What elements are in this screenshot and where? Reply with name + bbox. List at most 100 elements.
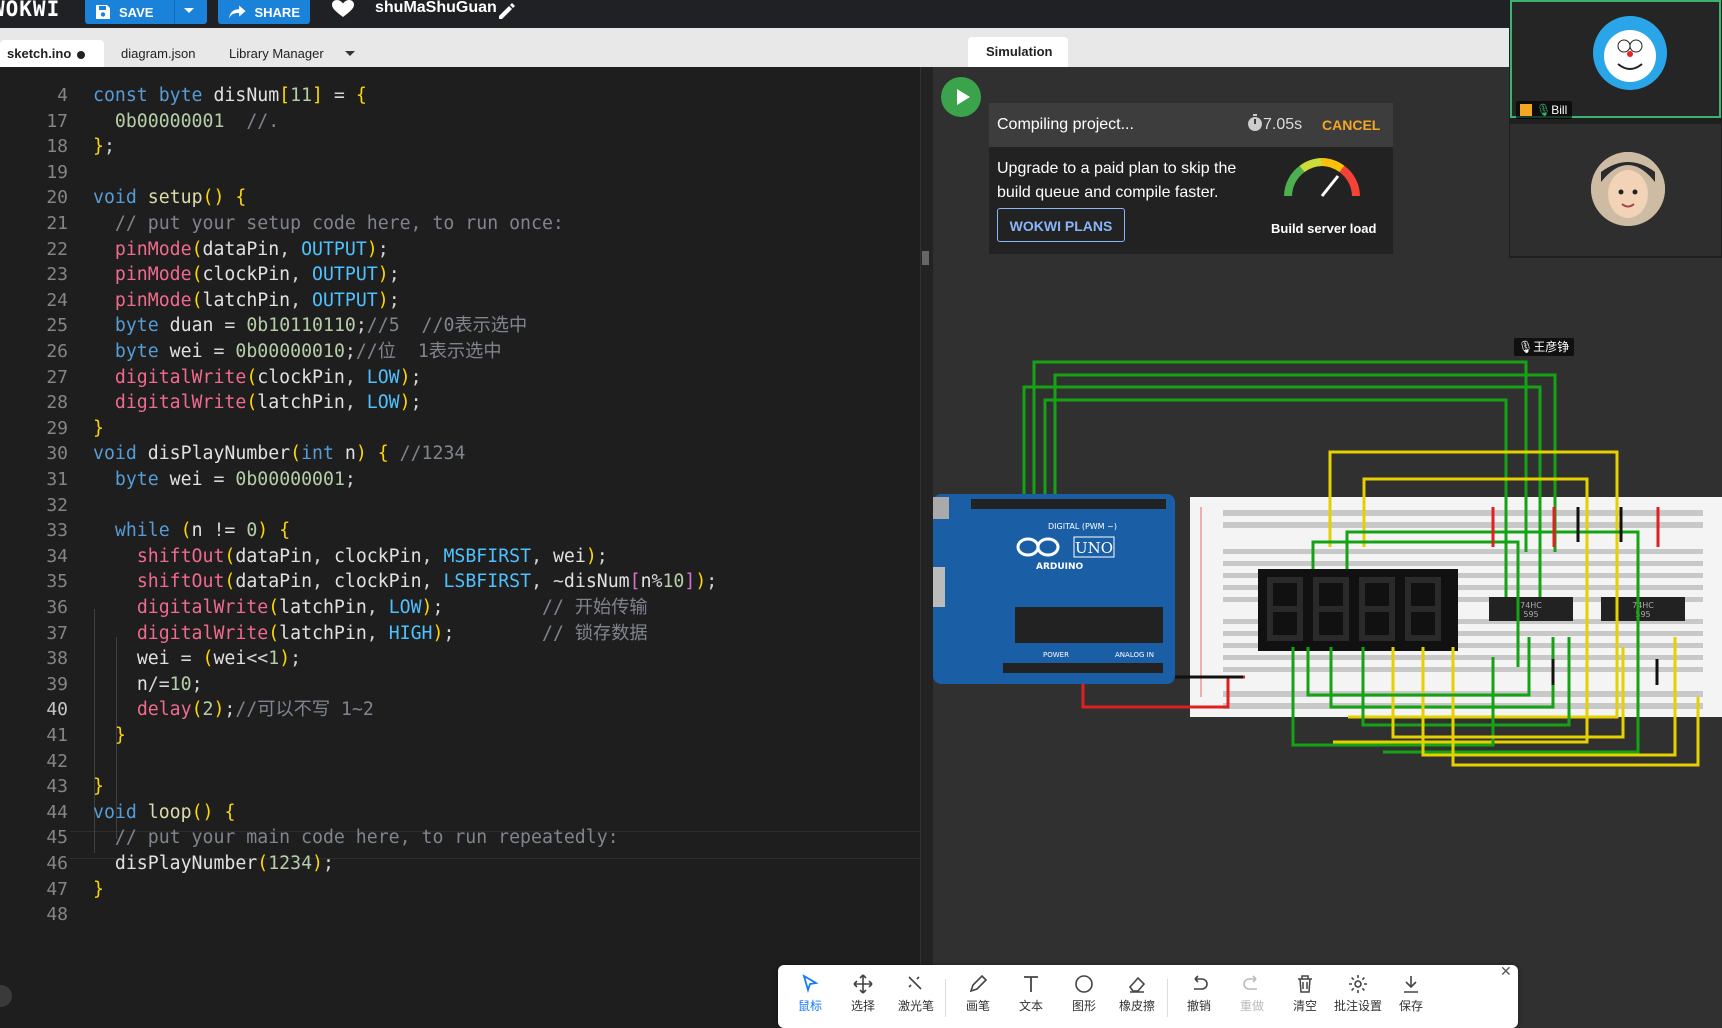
code-line[interactable]: pinMode(dataPin, OUTPUT); [93,236,389,264]
code-line[interactable]: void loop() { [93,799,235,827]
code-line[interactable]: pinMode(latchPin, OUTPUT); [93,287,400,315]
wokwi-plans-button[interactable]: WOKWI PLANS [997,208,1125,242]
code-line[interactable]: digitalWrite(latchPin, HIGH); // 锁存数据 [93,620,648,648]
tool-download[interactable]: 保存 [1387,973,1435,1014]
tool-label: 激光笔 [897,999,934,1013]
code-line[interactable]: shiftOut(dataPin, clockPin, MSBFIRST, we… [93,543,608,571]
avatar [1591,152,1665,226]
code-line[interactable]: pinMode(clockPin, OUTPUT); [93,261,400,289]
tool-shape[interactable]: 图形 [1060,973,1108,1014]
code-line[interactable]: byte wei = 0b00000010;//位 1表示选中 [93,338,502,366]
run-simulation-button[interactable] [941,77,981,117]
tool-redo[interactable]: 重做 [1228,973,1276,1014]
cancel-compile-button[interactable]: CANCEL [1322,103,1380,147]
editor-scrollbar[interactable] [920,67,933,1028]
line-number: 22 [46,238,68,260]
tab-library-manager[interactable]: Library Manager [229,40,324,67]
participant-tile[interactable]: 🎙Bill [1510,0,1721,119]
tool-label: 橡皮擦 [1118,999,1155,1013]
tool-laser[interactable]: 激光笔 [892,973,940,1014]
code-line[interactable]: digitalWrite(clockPin, LOW); [93,364,422,392]
code-line[interactable]: digitalWrite(latchPin, LOW); // 开始传输 [93,594,648,622]
project-name[interactable]: shuMaShuGuan [375,0,497,18]
line-number: 42 [46,750,68,772]
compile-status-bar: Compiling project... 7.05s CANCEL [989,103,1393,147]
code-line[interactable]: }; [93,133,115,161]
code-line[interactable]: } [93,876,104,904]
toolbar-separator [1167,979,1168,1017]
mic-icon: 🎙 [1536,103,1552,117]
code-line[interactable]: delay(2);//可以不写 1~2 [93,696,374,724]
line-number: 24 [46,289,68,311]
pen-icon [969,974,988,993]
tool-label: 画笔 [965,999,990,1013]
board-model: UNO [1075,539,1113,557]
eraser-icon [1128,976,1146,993]
code-line[interactable]: byte duan = 0b10110110;//5 //0表示选中 [93,312,527,340]
code-line[interactable]: while (n != 0) { [93,517,290,545]
laser-icon [908,976,922,990]
analog-label: ANALOG IN [1115,651,1154,659]
line-number: 44 [46,801,68,823]
heart-icon[interactable] [332,0,354,18]
tool-undo[interactable]: 撤销 [1175,973,1223,1014]
code-line[interactable]: void setup() { [93,184,246,212]
code-line[interactable]: digitalWrite(latchPin, LOW); [93,389,422,417]
move-icon [853,974,873,994]
tab-diagram-json[interactable]: diagram.json [121,40,195,67]
top-bar: WOKWI SAVE SHARE shuMaShuGuan [0,0,1509,28]
line-number: 30 [46,443,68,465]
tool-text[interactable]: 文本 [1007,973,1055,1014]
tab-simulation[interactable]: Simulation [968,37,1068,67]
code-line[interactable]: void disPlayNumber(int n) { //1234 [93,440,465,468]
line-number: 19 [46,161,68,183]
chip-2-label: 74HC [1632,601,1654,610]
share-button[interactable]: SHARE [218,0,310,24]
code-line[interactable]: 0b00000001 //. [93,108,279,136]
circuit-diagram[interactable]: 74HC 595 74HC 595 DIGITAL (PWM ~) ARDUIN… [933,297,1722,997]
code-editor[interactable]: 4 const byte disNum[11] = {17 0b00000001 … [0,67,933,1028]
code-line[interactable]: } [93,773,104,801]
tool-cursor[interactable]: 鼠标 [786,973,834,1014]
line-number: 37 [46,622,68,644]
text-icon [1024,976,1038,992]
line-number: 20 [46,187,68,209]
line-number: 41 [46,725,68,746]
editor-scrollbar-thumb[interactable] [922,251,929,265]
close-toolbar-icon[interactable]: ✕ [1500,963,1512,980]
tabs-menu-button[interactable] [345,41,355,68]
tool-label: 选择 [850,999,875,1013]
line-number: 47 [46,878,68,900]
pencil-icon[interactable] [497,1,517,21]
caret-down-icon [345,51,355,56]
compile-time: 7.05s [1263,116,1303,133]
tool-pen[interactable]: 画笔 [954,973,1002,1014]
tool-gear[interactable]: 批注设置 [1334,973,1382,1014]
save-label: SAVE [119,4,154,20]
code-line[interactable]: // put your setup code here, to run once… [93,210,564,238]
power-jack [933,567,945,607]
tool-move[interactable]: 选择 [839,973,887,1014]
chevron-down-icon[interactable] [183,5,195,17]
code-line[interactable]: shiftOut(dataPin, clockPin, LSBFIRST, ~d… [93,568,717,596]
code-line[interactable]: n/=10; [93,671,203,699]
code-line[interactable]: const byte disNum[11] = { [93,82,367,110]
line-number: 28 [46,392,68,414]
line-number: 34 [46,545,68,567]
save-button[interactable]: SAVE [85,0,207,24]
code-line[interactable]: byte wei = 0b00000001; [93,466,356,494]
tool-eraser[interactable]: 橡皮擦 [1113,973,1161,1014]
tool-trash[interactable]: 清空 [1281,973,1329,1014]
digital-header [971,499,1166,509]
code-line[interactable]: disPlayNumber(1234); [93,850,334,878]
line-number: 33 [46,520,68,542]
shape-icon [1075,975,1093,993]
code-line[interactable]: wei = (wei<<1); [93,645,301,673]
code-line[interactable]: } [93,415,104,443]
wokwi-logo[interactable]: WOKWI [0,0,60,28]
code-line[interactable]: } [93,722,126,750]
participant-tile[interactable]: 🎙王彦铮 [1510,124,1721,356]
tab-sketch-ino[interactable]: sketch.ino [0,40,104,67]
code-line[interactable]: // put your main code here, to run repea… [93,824,619,852]
breadboard-holes-row [1223,561,1703,566]
